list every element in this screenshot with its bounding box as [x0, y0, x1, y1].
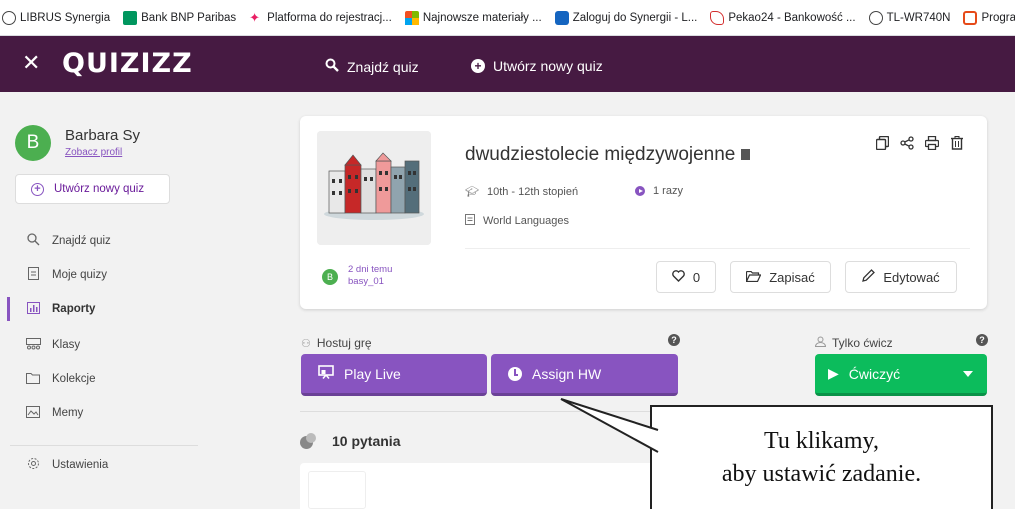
- caret-down-icon[interactable]: [963, 371, 973, 377]
- quiz-title: dwudziestolecie międzywojenne: [465, 144, 751, 166]
- author-name[interactable]: basy_01: [348, 276, 384, 287]
- bnp-icon: [123, 10, 138, 25]
- bookmark-synergia[interactable]: Zaloguj do Synergii - L...: [554, 10, 697, 25]
- create-quiz-button[interactable]: + Utwórz nowy quiz: [15, 174, 170, 204]
- bookmark-materialy[interactable]: Najnowsze materiały ...: [404, 10, 542, 25]
- copy-icon[interactable]: [741, 149, 751, 161]
- sidebar-item-classes[interactable]: Klasy: [0, 333, 208, 357]
- bookmark-librus[interactable]: LIBRUS Synergia: [2, 10, 110, 25]
- search-icon: [26, 233, 40, 249]
- plays-info: 1 razy: [635, 185, 683, 197]
- heart-icon: [672, 269, 685, 285]
- globe-icon: [868, 10, 883, 25]
- section-divider: [300, 411, 680, 412]
- plus-circle-icon: +: [31, 182, 44, 196]
- sidebar-item-reports[interactable]: Raporty: [0, 297, 208, 321]
- top-navigation: ✕ QUIZIZZ Znajdź quiz + Utwórz nowy quiz: [0, 36, 1015, 92]
- search-icon: [325, 58, 339, 75]
- sidebar-item-collections[interactable]: Kolekcje: [0, 367, 208, 391]
- save-button[interactable]: Zapisać: [730, 261, 831, 293]
- practice-help-icon[interactable]: ?: [976, 334, 988, 346]
- play-icon: [635, 186, 645, 196]
- quizizz-logo[interactable]: QUIZIZZ: [62, 48, 193, 79]
- star-icon: ✦: [249, 9, 261, 25]
- pekao-icon: [710, 10, 725, 25]
- graduation-cap-icon: 🎓︎: [465, 186, 479, 198]
- user-name: Barbara Sy: [65, 127, 141, 144]
- people-icon: ⚇: [301, 337, 311, 350]
- plus-circle-icon: +: [471, 59, 485, 73]
- callout-line-2: aby ustawić zadanie.: [721, 461, 922, 487]
- card-divider: [465, 248, 970, 249]
- chart-icon: [26, 301, 40, 317]
- avatar[interactable]: B: [15, 125, 51, 161]
- nav-create-quiz[interactable]: + Utwórz nowy quiz: [471, 58, 603, 74]
- questions-heading: 10 pytania: [300, 433, 400, 449]
- sidebar-item-settings[interactable]: Ustawienia: [0, 453, 208, 477]
- user-icon: [814, 336, 827, 350]
- quiz-card: dwudziestolecie międzywojenne 🎓︎ 10th - …: [300, 116, 987, 309]
- question-preview: [308, 471, 366, 509]
- like-button[interactable]: 0: [656, 261, 716, 293]
- document-icon: [26, 267, 40, 283]
- sidebar: B Barbara Sy Zobacz profil + Utwórz nowy…: [0, 92, 208, 509]
- practice-label: Tylko ćwicz: [814, 336, 893, 350]
- bookmark-router[interactable]: TL-WR740N: [868, 10, 950, 25]
- chat-bubble-icon: [300, 433, 320, 449]
- callout-text: Tu klikamy, aby ustawić zadanie.: [650, 425, 993, 491]
- program-icon: [963, 10, 978, 25]
- play-live-button[interactable]: Play Live: [301, 354, 487, 396]
- play-icon: ▶: [828, 365, 839, 381]
- question-card[interactable]: [300, 463, 680, 509]
- duplicate-icon[interactable]: [870, 135, 894, 153]
- host-game-label: ⚇ Hostuj grę: [301, 336, 372, 350]
- callout-line-1: Tu klikamy,: [764, 428, 879, 454]
- subject-info: World Languages: [465, 214, 569, 228]
- print-icon[interactable]: [920, 135, 944, 153]
- book-icon: [465, 214, 475, 228]
- quiz-thumbnail[interactable]: [317, 131, 431, 245]
- share-icon[interactable]: [895, 136, 919, 153]
- folder-icon: [26, 372, 40, 387]
- bookmarks-bar: LIBRUS Synergia Bank BNP Paribas ✦ Platfo…: [0, 0, 1015, 36]
- clock-icon: [508, 366, 522, 381]
- grid-icon: [404, 10, 419, 25]
- globe-icon: [2, 10, 16, 25]
- l-icon: [554, 10, 569, 25]
- sidebar-divider: [10, 445, 198, 446]
- grade-info: 🎓︎ 10th - 12th stopień: [465, 185, 579, 199]
- practice-button[interactable]: ▶ Ćwiczyć: [815, 354, 987, 396]
- image-icon: [26, 405, 40, 421]
- assign-homework-button[interactable]: Assign HW: [491, 354, 678, 396]
- bookmark-program[interactable]: Program: [963, 10, 1015, 25]
- sidebar-item-memes[interactable]: Memy: [0, 401, 208, 425]
- sidebar-item-find-quiz[interactable]: Znajdź quiz: [0, 229, 208, 253]
- bookmark-platforma[interactable]: ✦ Platforma do rejestracj...: [249, 9, 392, 25]
- view-profile-link[interactable]: Zobacz profil: [65, 147, 122, 158]
- trash-icon[interactable]: [945, 136, 969, 153]
- close-icon[interactable]: ✕: [22, 50, 40, 76]
- pencil-icon: [862, 269, 876, 285]
- bookmark-pekao[interactable]: Pekao24 - Bankowość ...: [710, 10, 856, 25]
- presentation-icon: [318, 365, 334, 382]
- edit-button[interactable]: Edytować: [845, 261, 957, 293]
- nav-find-quiz[interactable]: Znajdź quiz: [325, 58, 419, 75]
- bookmark-bnp[interactable]: Bank BNP Paribas: [123, 10, 236, 25]
- gear-icon: [26, 457, 40, 473]
- created-time: 2 dni temu: [348, 264, 393, 275]
- host-help-icon[interactable]: ?: [668, 334, 680, 346]
- folder-open-icon: [746, 270, 762, 285]
- author-avatar: B: [322, 269, 338, 285]
- people-icon: [26, 337, 41, 353]
- sidebar-item-my-quizzes[interactable]: Moje quizy: [0, 263, 208, 287]
- card-action-icons: [869, 135, 969, 153]
